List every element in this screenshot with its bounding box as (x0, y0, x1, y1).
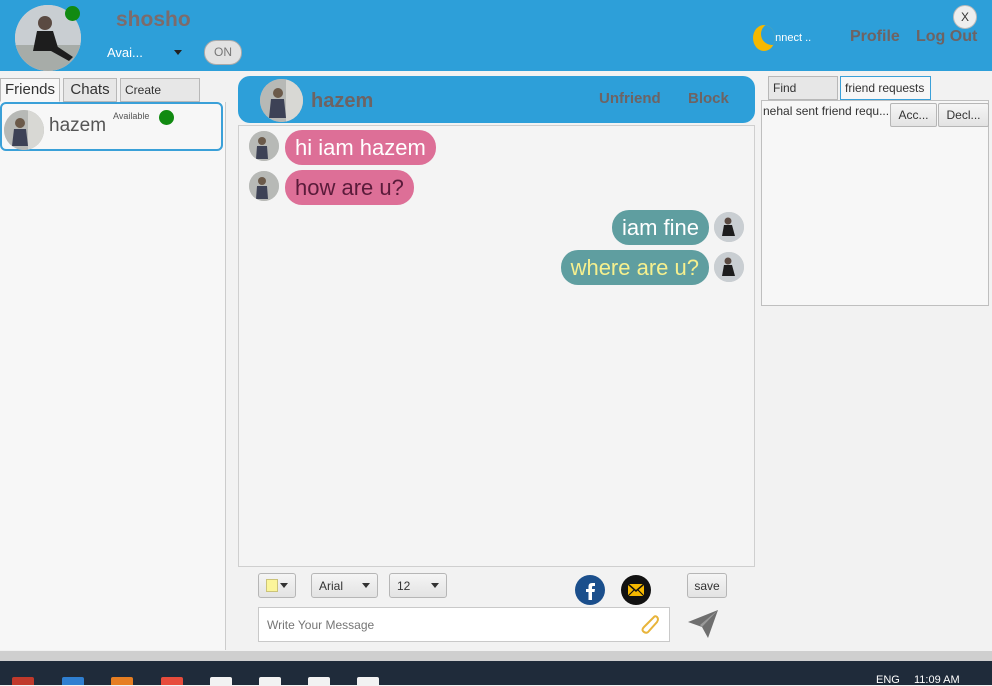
app-icon[interactable] (62, 677, 84, 685)
message-bubble: iam fine (611, 210, 709, 245)
connect-icon (753, 25, 775, 51)
friend-item[interactable]: hazem Available (0, 102, 223, 151)
contact-avatar[interactable] (260, 79, 303, 122)
friend-name: hazem (49, 115, 107, 136)
chat-messages: hi iam hazem how are u? iam fine where a… (238, 125, 755, 567)
facebook-icon[interactable] (575, 575, 605, 605)
message-text: hi iam hazem (295, 135, 426, 160)
app-icon[interactable] (111, 677, 133, 685)
message-text: where are u? (570, 255, 699, 280)
left-panel: Friends Chats Create Group hazem Availab… (0, 71, 230, 651)
friends-list: hazem Available (0, 102, 226, 650)
online-status-dot (65, 6, 80, 21)
tab-friends[interactable]: Friends (0, 78, 60, 102)
mail-icon[interactable] (621, 575, 651, 605)
status-dropdown[interactable]: Avai... (107, 42, 182, 62)
chat-header: hazem Unfriend Block (238, 76, 755, 123)
attach-icon[interactable] (636, 611, 662, 637)
my-avatar (714, 252, 744, 282)
app-icon[interactable] (357, 677, 379, 685)
font-family-value: Arial (319, 578, 344, 593)
sender-avatar (249, 171, 279, 201)
friend-requests-list: nehal sent friend requ... Acc... Decl... (761, 100, 989, 306)
contact-name: hazem (311, 90, 374, 112)
message-bubble: hi iam hazem (285, 130, 436, 165)
save-button[interactable]: save (687, 573, 727, 598)
horizontal-scrollbar[interactable] (0, 651, 992, 661)
decline-request-button[interactable]: Decl... (938, 103, 989, 127)
app-icon[interactable] (161, 677, 183, 685)
connect-status[interactable]: onnect .. (753, 24, 811, 52)
tab-find-friends[interactable]: Find friends (768, 76, 838, 117)
message-bubble: where are u? (560, 250, 709, 285)
friend-status: Available (113, 111, 150, 121)
message-text: iam fine (621, 215, 699, 240)
status-value: Avai... (107, 44, 143, 60)
connect-label: onnect .. (769, 32, 812, 44)
message-bubble: how are u? (285, 170, 414, 205)
my-avatar (714, 212, 744, 242)
availability-toggle[interactable]: ON (204, 40, 242, 65)
user-name: shosho (116, 8, 191, 31)
app-icon[interactable] (308, 677, 330, 685)
app-icon[interactable] (259, 677, 281, 685)
chevron-down-icon (174, 49, 182, 55)
chevron-down-icon (431, 583, 439, 588)
text-color-picker[interactable] (258, 573, 296, 598)
logout-link[interactable]: Log Out (916, 28, 977, 46)
tab-chats[interactable]: Chats (63, 78, 117, 102)
app-icon[interactable] (210, 677, 232, 685)
close-button[interactable]: X (953, 5, 977, 29)
friend-status-dot (159, 110, 174, 125)
unfriend-link[interactable]: Unfriend (599, 90, 661, 107)
tab-friend-requests[interactable]: friend requests (840, 76, 931, 100)
app-header: shosho Avai... ON onnect .. Profile Log … (0, 0, 992, 71)
friend-avatar (4, 110, 44, 150)
request-text: nehal sent friend requ... (763, 104, 890, 118)
sender-avatar (249, 131, 279, 161)
font-size-select[interactable]: 12 (389, 573, 447, 598)
block-link[interactable]: Block (688, 90, 729, 107)
chevron-down-icon (362, 583, 370, 588)
create-group-button[interactable]: Create Group (120, 78, 200, 119)
color-swatch (266, 579, 278, 592)
font-size-value: 12 (397, 578, 411, 593)
accept-request-button[interactable]: Acc... (890, 103, 937, 127)
app-icon[interactable] (12, 677, 34, 685)
message-text: how are u? (295, 175, 404, 200)
message-input[interactable] (258, 607, 670, 642)
language-indicator[interactable]: ENG (876, 674, 900, 686)
profile-link[interactable]: Profile (850, 28, 900, 46)
os-taskbar: ENG 11:09 AM (0, 661, 992, 686)
send-icon[interactable] (686, 608, 720, 640)
chevron-down-icon (280, 583, 288, 588)
font-family-select[interactable]: Arial (311, 573, 378, 598)
clock[interactable]: 11:09 AM (914, 674, 960, 686)
